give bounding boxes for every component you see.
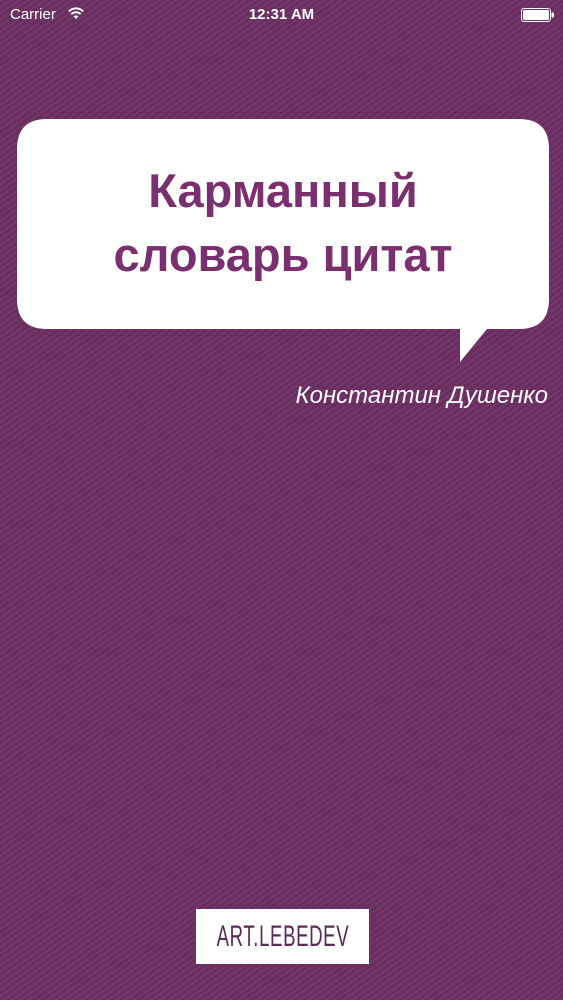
status-bar: Carrier 12:31 AM — [0, 0, 563, 30]
publisher-logo: ART.LEBEDEV — [196, 909, 369, 964]
status-time: 12:31 AM — [248, 6, 315, 23]
book-title: Карманный словарь цитат — [113, 164, 453, 281]
battery-icon — [521, 8, 554, 22]
title-speech-bubble: Карманный словарь цитат — [17, 119, 549, 363]
book-author: Константин Душенко — [295, 382, 548, 409]
publisher-logo-text: ART.LEBEDEV — [216, 919, 349, 953]
